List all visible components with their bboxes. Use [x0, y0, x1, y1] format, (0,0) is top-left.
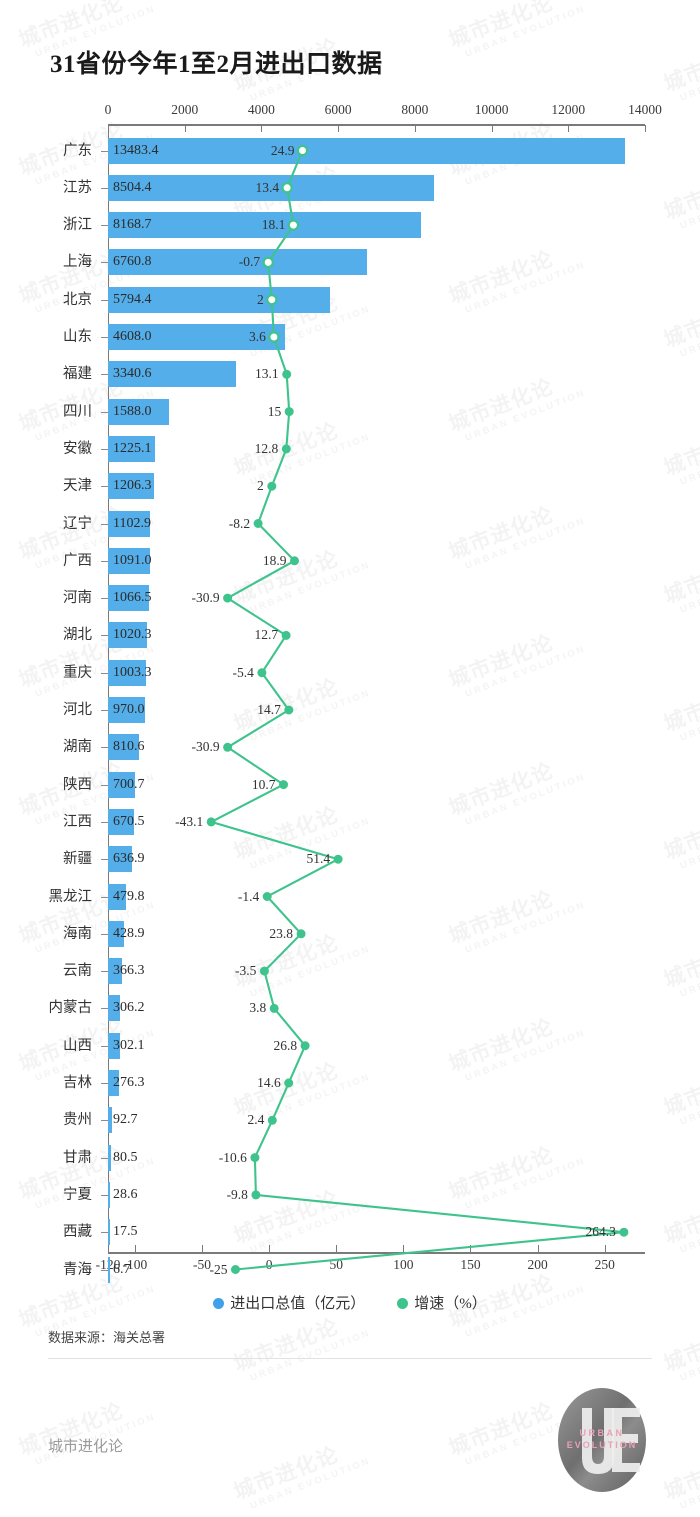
growth-rate-point	[231, 1264, 241, 1274]
growth-rate-point-label: 18.1	[261, 217, 286, 233]
growth-rate-point-label: -9.8	[226, 1186, 248, 1202]
legend-color-dot	[397, 1298, 409, 1309]
legend-item[interactable]: 进出口总值（亿元）	[213, 1292, 365, 1313]
data-source-note: 数据来源：海关总署	[48, 1330, 166, 1345]
urban-evolution-logo: URBAN EVOLUTION	[556, 1386, 648, 1494]
page-title: 31省份今年1至2月进出口数据	[50, 51, 383, 78]
growth-rate-point	[333, 854, 343, 864]
growth-rate-point	[281, 630, 291, 640]
growth-rate-point	[267, 481, 277, 491]
growth-rate-point	[619, 1227, 629, 1237]
growth-rate-point-label: 13.4	[255, 179, 280, 195]
growth-rate-point	[268, 331, 280, 343]
growth-rate-point	[251, 1190, 261, 1200]
table-row: 青海 6.7	[0, 1256, 700, 1283]
chart-legend: 进出口总值（亿元） 增速（%）	[0, 1292, 700, 1313]
growth-rate-point	[284, 1078, 294, 1088]
row-axis-tick	[101, 1269, 108, 1271]
growth-rate-point	[253, 518, 263, 528]
growth-rate-point-label: 13.1	[255, 366, 279, 382]
growth-rate-point	[296, 929, 306, 939]
growth-rate-point-label: 12.7	[254, 627, 279, 643]
brand-name: 城市进化论	[48, 1439, 124, 1455]
growth-rate-point-label: 24.9	[270, 142, 295, 158]
watermark-text: 城市进化论URBAN EVOLUTION	[659, 1428, 700, 1515]
logo-line1: URBAN	[580, 1428, 625, 1438]
growth-rate-point-label: 12.8	[254, 440, 279, 456]
growth-rate-point	[287, 219, 300, 231]
legend-label: 增速（%）	[414, 1296, 487, 1312]
legend-color-dot	[213, 1298, 225, 1309]
growth-rate-point-label: -10.6	[218, 1149, 247, 1165]
growth-rate-point	[290, 556, 300, 566]
growth-rate-point	[281, 444, 291, 454]
growth-rate-point-label: -30.9	[191, 739, 220, 755]
growth-rate-point	[206, 817, 216, 827]
growth-rate-point-label: 10.7	[251, 776, 276, 792]
growth-rate-line-series	[206, 144, 629, 1274]
growth-rate-point	[267, 1115, 277, 1125]
row-category-label: 青海	[63, 1261, 92, 1278]
growth-rate-point-label: 2	[257, 478, 264, 494]
legend-item[interactable]: 增速（%）	[397, 1292, 487, 1313]
growth-rate-point	[250, 1153, 260, 1163]
growth-rate-point-label: -30.9	[191, 590, 220, 606]
growth-rate-point	[281, 182, 293, 194]
watermark-text: 城市进化论URBAN EVOLUTION	[659, 1300, 700, 1387]
growth-rate-point-label: 26.8	[273, 1037, 298, 1053]
watermark-text: 城市进化论URBAN EVOLUTION	[229, 1428, 372, 1515]
growth-rate-point-label: 51.4	[306, 851, 331, 867]
growth-rate-point-label: 14.6	[257, 1075, 281, 1090]
growth-rate-point	[284, 407, 294, 417]
growth-rate-point	[284, 705, 294, 715]
chart-plot-area: 02000400060008000100001200014000-120-100…	[0, 0, 700, 1283]
growth-rate-point	[257, 668, 267, 678]
watermark-text: 城市进化论URBAN EVOLUTION	[14, 1384, 157, 1471]
growth-rate-point	[279, 780, 289, 790]
legend-label: 进出口总值（亿元）	[230, 1296, 366, 1312]
bar	[108, 1256, 110, 1283]
growth-rate-point	[262, 256, 274, 269]
growth-rate-point-label: 23.8	[269, 925, 294, 941]
growth-rate-point	[262, 891, 272, 901]
growth-rate-point-label: -1.4	[237, 888, 260, 904]
growth-rate-point	[223, 742, 233, 752]
watermark-text: 城市进化论URBAN EVOLUTION	[229, 1300, 372, 1387]
growth-rate-point	[266, 294, 278, 306]
growth-rate-point-label: 18.9	[262, 552, 287, 568]
growth-rate-point-label: -43.1	[175, 813, 204, 829]
growth-rate-point-label: -5.4	[232, 664, 254, 680]
watermark-text: 城市进化论URBAN EVOLUTION	[444, 1512, 588, 1517]
growth-rate-point	[296, 144, 309, 157]
watermark-text: 城市进化论URBAN EVOLUTION	[14, 1512, 158, 1517]
growth-rate-point-label: -25	[209, 1261, 228, 1277]
growth-rate-point-label: 264.3	[585, 1224, 616, 1240]
growth-rate-point-label: 2.4	[247, 1112, 265, 1128]
bar-value-label: 6.7	[113, 1261, 131, 1277]
growth-rate-point	[259, 966, 269, 976]
growth-rate-point	[223, 593, 233, 603]
footer-divider	[48, 1358, 652, 1359]
growth-rate-point-label: -3.5	[235, 963, 257, 979]
growth-rate-point	[269, 1003, 279, 1013]
logo-line2: EVOLUTION	[567, 1440, 638, 1450]
growth-rate-point-label: 2	[257, 291, 264, 307]
growth-rate-point-label: -0.7	[238, 254, 261, 270]
growth-rate-point	[300, 1041, 310, 1051]
growth-rate-point-label: -8.2	[228, 515, 251, 531]
growth-rate-point-label: 14.7	[257, 702, 281, 717]
growth-rate-point-label: 3.6	[249, 329, 266, 344]
growth-rate-point-label: 15	[267, 403, 282, 419]
growth-rate-point-label: 3.8	[249, 1000, 267, 1016]
growth-rate-point	[282, 369, 292, 379]
